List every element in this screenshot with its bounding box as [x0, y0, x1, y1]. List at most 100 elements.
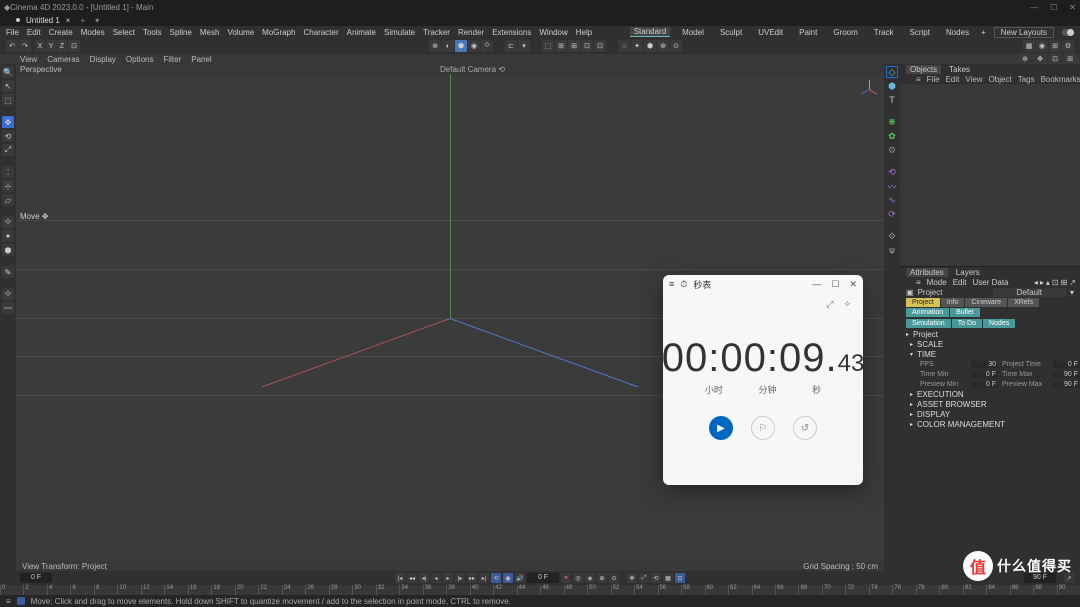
menu-volume[interactable]: Volume	[227, 28, 254, 37]
layout-toggle[interactable]	[1062, 29, 1074, 36]
layout-track[interactable]: Track	[870, 28, 898, 37]
tl-opt-7[interactable]: ⊡	[675, 573, 685, 583]
selection-icon[interactable]: ⬚	[2, 94, 14, 106]
sw-reset-button[interactable]: ↺	[793, 416, 817, 440]
menu-edit[interactable]: Edit	[27, 28, 41, 37]
new-tab-button[interactable]: +	[80, 16, 85, 25]
close-icon[interactable]: ✕	[1069, 3, 1076, 12]
vp-menu-panel[interactable]: Panel	[191, 55, 211, 64]
new-layouts-button[interactable]: New Layouts	[994, 27, 1054, 38]
snap-grid-icon[interactable]: ⊞	[568, 40, 580, 52]
timemax-input[interactable]: 90 F	[1053, 371, 1080, 378]
camera-icon[interactable]: ⟐	[886, 230, 898, 242]
tool-icon-9[interactable]: ⊡	[594, 40, 606, 52]
attr-menu-mode[interactable]: Mode	[927, 278, 947, 287]
axis-y-button[interactable]: Y	[46, 40, 56, 52]
tool-icon-5[interactable]: ⟐	[481, 40, 493, 52]
search-icon[interactable]: 🔍	[2, 66, 14, 78]
obj-menu-bookmarks[interactable]: Bookmarks	[1041, 75, 1080, 84]
particle-icon[interactable]: ⟳	[886, 208, 898, 220]
menu-animate[interactable]: Animate	[347, 28, 376, 37]
attr-nav-back-icon[interactable]: ◂	[1034, 278, 1038, 287]
pill-bullet[interactable]: Bullet	[950, 308, 980, 317]
vp-menu-filter[interactable]: Filter	[163, 55, 181, 64]
pill-animation[interactable]: Animation	[906, 308, 949, 317]
attr-menu-userdata[interactable]: User Data	[972, 278, 1008, 287]
pill-project[interactable]: Project	[906, 298, 940, 307]
mode-edge-button[interactable]: ⊹	[2, 180, 14, 192]
pill-info[interactable]: Info	[941, 298, 965, 307]
layout-add-icon[interactable]: +	[981, 28, 986, 37]
axis-lock-button[interactable]: ⊡	[68, 40, 80, 52]
previewmin-input[interactable]: 0 F	[971, 381, 998, 388]
brush-icon[interactable]: ✎	[2, 266, 14, 278]
menu-tools[interactable]: Tools	[143, 28, 162, 37]
layout-nodes[interactable]: Nodes	[942, 28, 973, 37]
tool-icon-4[interactable]: ◉	[468, 40, 480, 52]
tool-icon-14[interactable]: ⊙	[670, 40, 682, 52]
sw-menu-icon[interactable]: ≡	[669, 279, 674, 289]
tl-opt-2[interactable]: ⊙	[609, 573, 619, 583]
timeline-start-frame[interactable]: 0 F	[20, 573, 52, 583]
layout-paint[interactable]: Paint	[795, 28, 821, 37]
sw-flag-button[interactable]: ⚐	[751, 416, 775, 440]
pill-todo[interactable]: To Do	[952, 319, 982, 328]
section-asset[interactable]: ASSET BROWSER	[900, 399, 1080, 409]
layout-uvedit[interactable]: UVEdit	[754, 28, 787, 37]
tl-goto-start-button[interactable]: |◂	[395, 573, 405, 583]
section-execution[interactable]: EXECUTION	[900, 389, 1080, 399]
tl-step-fwd-button[interactable]: ▸▸	[467, 573, 477, 583]
tl-sound-button[interactable]: 🔊	[515, 573, 525, 583]
pin-icon[interactable]	[16, 18, 20, 22]
menu-tracker[interactable]: Tracker	[423, 28, 450, 37]
obj-menu-tags[interactable]: Tags	[1018, 75, 1035, 84]
attr-nav-up-icon[interactable]: ▴	[1046, 278, 1050, 287]
lt-tool-a[interactable]: ⟐	[2, 216, 14, 228]
tl-next-frame-button[interactable]: |▸	[455, 573, 465, 583]
menu-modes[interactable]: Modes	[81, 28, 105, 37]
tl-mode-button[interactable]: ◉	[503, 573, 513, 583]
layout-standard[interactable]: Standard	[630, 27, 670, 37]
tl-opt-6[interactable]: ▦	[663, 573, 673, 583]
maximize-icon[interactable]: ☐	[1050, 3, 1057, 12]
section-display[interactable]: DISPLAY	[900, 409, 1080, 419]
tl-opt-5[interactable]: ⟲	[651, 573, 661, 583]
attr-pop-icon[interactable]: ↗	[1069, 278, 1076, 287]
render-icon[interactable]: ▦	[1023, 40, 1035, 52]
cloner-icon[interactable]: ✿	[886, 130, 898, 142]
lt-tool-e[interactable]: 〰	[2, 302, 14, 314]
obj-menu-file[interactable]: File	[927, 75, 940, 84]
dropdown-arrow-icon[interactable]: ▾	[1070, 288, 1074, 297]
sw-pin-icon[interactable]: ✧	[843, 299, 851, 310]
menu-select[interactable]: Select	[113, 28, 135, 37]
move-tool-button[interactable]: ✥	[2, 116, 14, 128]
menu-help[interactable]: Help	[576, 28, 592, 37]
menu-mograph[interactable]: MoGraph	[262, 28, 295, 37]
tl-goto-end-button[interactable]: ▸|	[479, 573, 489, 583]
sw-close-button[interactable]: ✕	[849, 279, 857, 290]
tool-icon-1[interactable]: ⊕	[429, 40, 441, 52]
tool-icon-12[interactable]: ⬢	[644, 40, 656, 52]
redo-button[interactable]: ↷	[19, 40, 31, 52]
tl-opt-3[interactable]: ✥	[627, 573, 637, 583]
scale-tool-button[interactable]: ⤢	[2, 144, 14, 156]
tab-layers[interactable]: Layers	[956, 268, 980, 277]
stopwatch-titlebar[interactable]: ≡ ⏱ 秒表 — ☐ ✕	[663, 275, 863, 293]
deformer-icon[interactable]: ⟲	[886, 166, 898, 178]
section-scale[interactable]: SCALE	[900, 339, 1080, 349]
dynamics-icon[interactable]: ∿	[886, 194, 898, 206]
tl-play-back-button[interactable]: ◂	[431, 573, 441, 583]
light-icon[interactable]: ⍦	[886, 244, 898, 256]
menu-mesh[interactable]: Mesh	[200, 28, 220, 37]
axis-z-button[interactable]: Z	[57, 40, 67, 52]
align-icon[interactable]: ⊏	[505, 40, 517, 52]
tool-icon-10[interactable]: ○	[618, 40, 630, 52]
attr-pad-icon[interactable]: ⊞	[1061, 278, 1068, 287]
tool-icon-8[interactable]: ⊞	[555, 40, 567, 52]
pill-nodes[interactable]: Nodes	[983, 319, 1015, 328]
gear-icon[interactable]: ⚙	[1062, 40, 1074, 52]
render-settings-icon[interactable]: ◉	[1036, 40, 1048, 52]
rotate-tool-button[interactable]: ⟲	[2, 130, 14, 142]
status-hamburger-icon[interactable]: ≡	[6, 597, 11, 606]
document-tab[interactable]: Untitled 1	[26, 16, 60, 25]
